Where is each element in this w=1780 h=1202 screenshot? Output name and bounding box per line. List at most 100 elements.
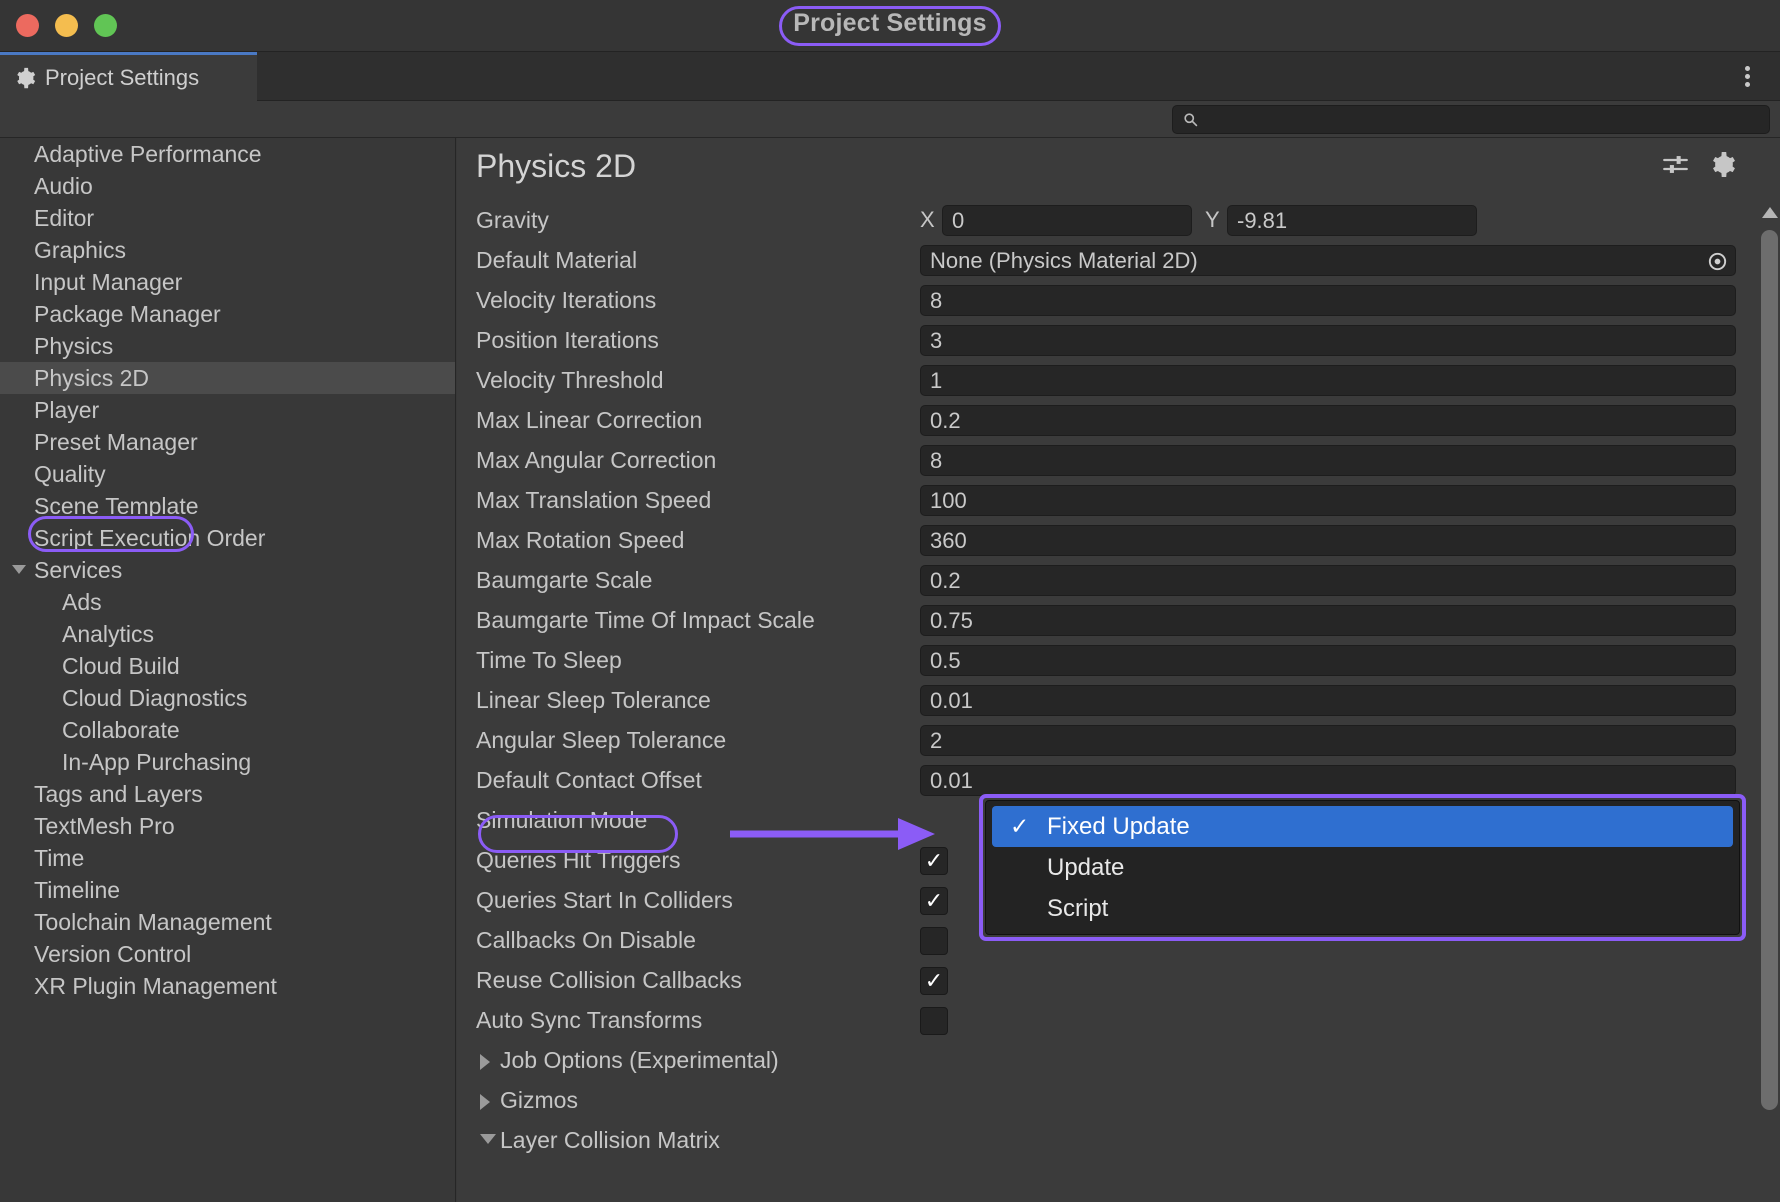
sidebar-item-label: Analytics	[62, 621, 155, 647]
property-row-auto-sync-transforms: Auto Sync Transforms	[457, 1000, 1780, 1040]
property-label: Linear Sleep Tolerance	[476, 687, 711, 713]
property-row-position-iterations: Position Iterations 3	[457, 320, 1780, 360]
input-velocity-iterations[interactable]: 8	[920, 285, 1736, 316]
sidebar-item-scene-template[interactable]: Scene Template	[0, 490, 455, 522]
input-linear-sleep-tolerance[interactable]: 0.01	[920, 685, 1736, 716]
foldout-layer-collision-matrix[interactable]: Layer Collision Matrix	[457, 1120, 1780, 1160]
object-picker-icon[interactable]	[1706, 250, 1729, 273]
sidebar-item-player[interactable]: Player	[0, 394, 455, 426]
sidebar-item-physics[interactable]: Physics	[0, 330, 455, 362]
sidebar-item-toolchain-management[interactable]: Toolchain Management	[0, 906, 455, 938]
property-row-gravity: Gravity X 0 Y -9.81	[457, 200, 1780, 240]
sidebar-item-cloud-diagnostics[interactable]: Cloud Diagnostics	[0, 682, 455, 714]
sidebar-item-label: Collaborate	[62, 717, 180, 743]
property-row-reuse-collision-callbacks: Reuse Collision Callbacks ✓	[457, 960, 1780, 1000]
property-row-default-material: Default Material None (Physics Material 2…	[457, 240, 1780, 280]
chevron-right-icon[interactable]	[480, 1054, 490, 1070]
sidebar-item-timeline[interactable]: Timeline	[0, 874, 455, 906]
kebab-menu-icon[interactable]	[1734, 63, 1760, 90]
sidebar-item-package-manager[interactable]: Package Manager	[0, 298, 455, 330]
checkbox-auto-sync-transforms[interactable]	[920, 1007, 948, 1035]
object-field-default-material[interactable]: None (Physics Material 2D)	[920, 245, 1736, 276]
sidebar-item-label: Player	[34, 397, 100, 423]
sidebar-item-adaptive-performance[interactable]: Adaptive Performance	[0, 138, 455, 170]
sidebar-item-textmesh-pro[interactable]: TextMesh Pro	[0, 810, 455, 842]
chevron-down-icon[interactable]	[12, 565, 26, 574]
sidebar-item-tags-and-layers[interactable]: Tags and Layers	[0, 778, 455, 810]
property-label: Position Iterations	[476, 327, 659, 353]
sidebar-item-audio[interactable]: Audio	[0, 170, 455, 202]
sidebar-item-label: Input Manager	[34, 269, 183, 295]
sidebar-item-label: Physics 2D	[34, 365, 150, 391]
property-row-baumgarte-time-of-impact-scale: Baumgarte Time Of Impact Scale 0.75	[457, 600, 1780, 640]
search-input[interactable]	[1205, 106, 1769, 133]
dropdown-option-fixed-update[interactable]: ✓ Fixed Update	[992, 806, 1733, 847]
sidebar-item-input-manager[interactable]: Input Manager	[0, 266, 455, 298]
input-max-angular-correction[interactable]: 8	[920, 445, 1736, 476]
sidebar-item-label: XR Plugin Management	[34, 973, 277, 999]
scroll-up-arrow-icon[interactable]	[1762, 207, 1778, 218]
search-box[interactable]	[1172, 105, 1770, 134]
input-time-to-sleep[interactable]: 0.5	[920, 645, 1736, 676]
sidebar-item-script-execution-order[interactable]: Script Execution Order	[0, 522, 455, 554]
sidebar-item-version-control[interactable]: Version Control	[0, 938, 455, 970]
sidebar-item-time[interactable]: Time	[0, 842, 455, 874]
simulation-mode-dropdown[interactable]: ✓ Fixed Update Update Script	[985, 800, 1740, 935]
sidebar-item-in-app-purchasing[interactable]: In-App Purchasing	[0, 746, 455, 778]
input-max-translation-speed[interactable]: 100	[920, 485, 1736, 516]
sidebar-item-xr-plugin-management[interactable]: XR Plugin Management	[0, 970, 455, 1002]
sidebar-item-label: TextMesh Pro	[34, 813, 175, 839]
input-baumgarte-scale[interactable]: 0.2	[920, 565, 1736, 596]
dropdown-option-script[interactable]: Script	[992, 888, 1733, 929]
foldout-gizmos[interactable]: Gizmos	[457, 1080, 1780, 1120]
input-angular-sleep-tolerance[interactable]: 2	[920, 725, 1736, 756]
window-title: Project Settings	[793, 9, 987, 37]
sidebar-item-graphics[interactable]: Graphics	[0, 234, 455, 266]
property-row-velocity-threshold: Velocity Threshold 1	[457, 360, 1780, 400]
chevron-right-icon[interactable]	[480, 1094, 490, 1110]
sidebar-item-ads[interactable]: Ads	[0, 586, 455, 618]
sliders-icon[interactable]	[1662, 151, 1689, 178]
gravity-y-input[interactable]: -9.81	[1227, 205, 1477, 236]
settings-sidebar[interactable]: Adaptive Performance Audio Editor Graphics I…	[0, 138, 456, 1202]
sidebar-item-services[interactable]: Services	[0, 554, 455, 586]
sidebar-item-quality[interactable]: Quality	[0, 458, 455, 490]
content-header: Physics 2D	[457, 138, 1780, 200]
property-label: Time To Sleep	[476, 647, 622, 673]
input-baumgarte-time-of-impact-scale[interactable]: 0.75	[920, 605, 1736, 636]
sidebar-item-label: Physics	[34, 333, 114, 359]
checkbox-queries-hit-triggers[interactable]: ✓	[920, 847, 948, 875]
input-default-contact-offset[interactable]: 0.01	[920, 765, 1736, 796]
gear-icon[interactable]	[1709, 151, 1736, 178]
sidebar-item-label: Graphics	[34, 237, 127, 263]
checkbox-queries-start-in-colliders[interactable]: ✓	[920, 887, 948, 915]
input-velocity-threshold[interactable]: 1	[920, 365, 1736, 396]
tab-project-settings[interactable]: Project Settings	[0, 52, 257, 101]
sidebar-item-editor[interactable]: Editor	[0, 202, 455, 234]
scrollbar-thumb[interactable]	[1761, 230, 1778, 1110]
property-label: Baumgarte Scale	[476, 567, 653, 593]
property-row-angular-sleep-tolerance: Angular Sleep Tolerance 2	[457, 720, 1780, 760]
content-scrollbar[interactable]	[1758, 200, 1780, 1202]
input-max-rotation-speed[interactable]: 360	[920, 525, 1736, 556]
chevron-down-icon[interactable]	[480, 1134, 496, 1144]
property-row-max-rotation-speed: Max Rotation Speed 360	[457, 520, 1780, 560]
gravity-x-input[interactable]: 0	[942, 205, 1192, 236]
checkbox-reuse-collision-callbacks[interactable]: ✓	[920, 967, 948, 995]
sidebar-item-physics-2d[interactable]: Physics 2D	[0, 362, 455, 394]
property-label: Velocity Iterations	[476, 287, 657, 313]
gravity-x-tag: X	[920, 207, 935, 232]
sidebar-item-preset-manager[interactable]: Preset Manager	[0, 426, 455, 458]
input-position-iterations[interactable]: 3	[920, 325, 1736, 356]
foldout-job-options-experimental-[interactable]: Job Options (Experimental)	[457, 1040, 1780, 1080]
input-max-linear-correction[interactable]: 0.2	[920, 405, 1736, 436]
sidebar-item-cloud-build[interactable]: Cloud Build	[0, 650, 455, 682]
sidebar-item-label: In-App Purchasing	[62, 749, 252, 775]
property-label: Queries Start In Colliders	[476, 887, 733, 913]
dropdown-option-update[interactable]: Update	[992, 847, 1733, 888]
sidebar-item-analytics[interactable]: Analytics	[0, 618, 455, 650]
checkbox-callbacks-on-disable[interactable]	[920, 927, 948, 955]
sidebar-item-label: Toolchain Management	[34, 909, 272, 935]
sidebar-item-collaborate[interactable]: Collaborate	[0, 714, 455, 746]
property-label: Max Translation Speed	[476, 487, 712, 513]
